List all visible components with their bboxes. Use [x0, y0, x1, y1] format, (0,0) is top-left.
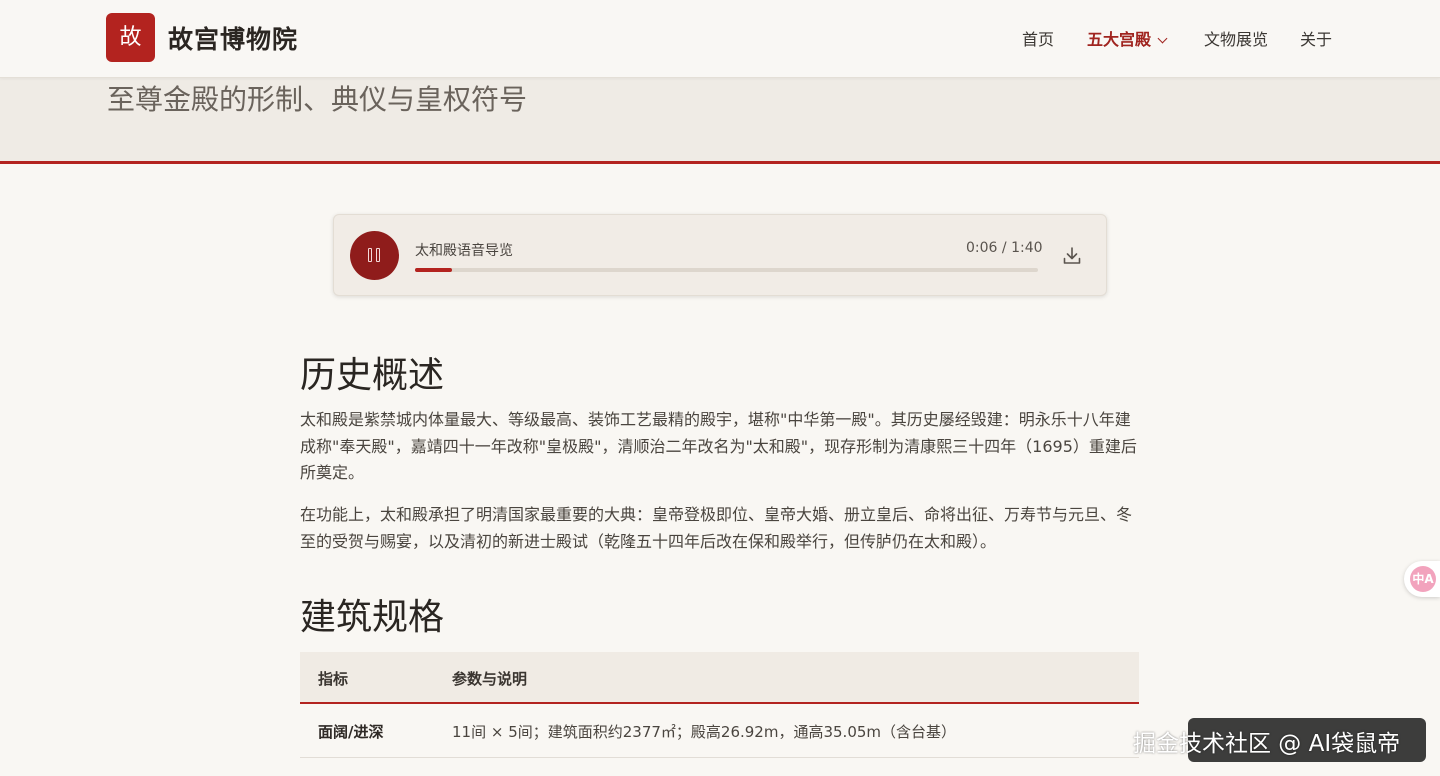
- table-header: 指标 参数与说明: [300, 652, 1139, 704]
- nav-item-exhibitions[interactable]: 文物展览: [1204, 26, 1268, 50]
- audio-time-separator: /: [1001, 240, 1007, 256]
- hero-banner: 至尊金殿的形制、典仪与皇权符号: [0, 78, 1440, 164]
- nav-item-home[interactable]: 首页: [1022, 26, 1054, 50]
- audio-title: 太和殿语音导览: [415, 243, 513, 259]
- audio-duration: 1:40: [1011, 240, 1043, 256]
- section-heading-specs: 建筑规格: [300, 597, 445, 638]
- watermark: 掘金技术社区 @ AI袋鼠帝: [1133, 731, 1401, 757]
- audio-time: 0:06 / 1:40: [966, 240, 1043, 256]
- translate-widget-button[interactable]: 中A: [1404, 561, 1440, 597]
- table-row: 面阔/进深 11间 × 5间；建筑面积约2377㎡；殿高26.92m，通高35.…: [300, 704, 1139, 758]
- nav-item-palaces-label: 五大宫殿: [1087, 30, 1152, 49]
- hero-subtitle: 至尊金殿的形制、典仪与皇权符号: [107, 83, 528, 116]
- table-cell-metric: 面阔/进深: [318, 723, 384, 741]
- table-cell-details: 11间 × 5间；建筑面积约2377㎡；殿高26.92m，通高35.05m（含台…: [452, 723, 957, 741]
- nav-item-palaces[interactable]: 五大宫殿: [1087, 26, 1168, 50]
- main-nav: 首页 五大宫殿 文物展览 关于: [0, 26, 1440, 50]
- specs-table: 指标 参数与说明 面阔/进深 11间 × 5间；建筑面积约2377㎡；殿高26.…: [300, 652, 1139, 758]
- audio-current-time: 0:06: [966, 240, 998, 256]
- pause-icon-bar: [376, 248, 380, 262]
- pause-icon: [368, 248, 372, 262]
- column-header-details: 参数与说明: [452, 670, 528, 688]
- section-heading-history: 历史概述: [300, 355, 445, 396]
- audio-guide-player: 太和殿语音导览 0:06 / 1:40: [333, 214, 1107, 296]
- chevron-down-icon: [1157, 33, 1168, 44]
- translate-icon: 中A: [1410, 566, 1436, 592]
- column-header-metric: 指标: [318, 670, 349, 688]
- history-paragraph-2: 在功能上，太和殿承担了明清国家最重要的大典：皇帝登极即位、皇帝大婚、册立皇后、命…: [300, 505, 1133, 551]
- audio-progress-bar[interactable]: [415, 268, 1038, 272]
- pause-button[interactable]: [350, 231, 399, 280]
- download-icon[interactable]: [1062, 246, 1082, 266]
- history-paragraph-1: 太和殿是紫禁城内体量最大、等级最高、装饰工艺最精的殿宇，堪称"中华第一殿"。其历…: [300, 410, 1137, 482]
- nav-item-about[interactable]: 关于: [1300, 26, 1332, 50]
- site-header: 故 故宫博物院 首页 五大宫殿 文物展览 关于: [0, 0, 1440, 78]
- audio-progress-fill: [415, 268, 453, 272]
